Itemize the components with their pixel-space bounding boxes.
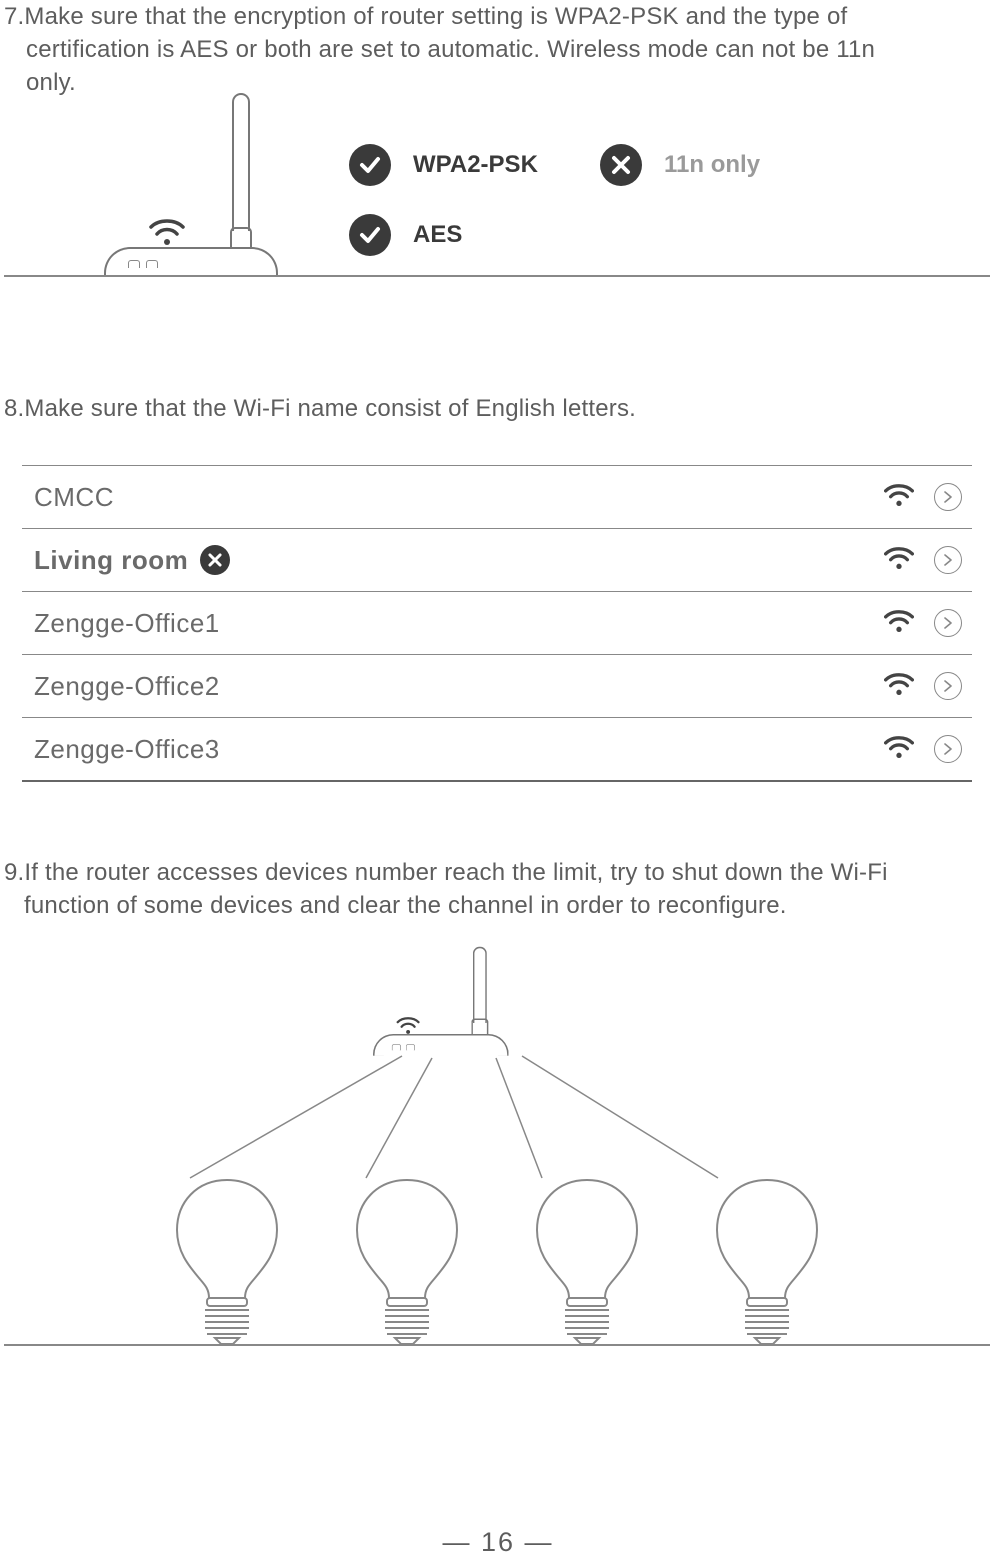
wifi-name: Zengge-Office2 [34,671,220,702]
wifi-row: Zengge-Office3 [22,718,972,782]
section9-text: 9.If the router accesses devices number … [4,856,990,922]
wifi-icon [149,217,185,247]
wifi-icon [884,734,914,765]
chevron-right-icon [934,735,962,763]
chevron-right-icon [934,609,962,637]
cross-icon [200,545,230,575]
wifi-name: Zengge-Office1 [34,608,220,639]
wifi-name: Zengge-Office3 [34,734,220,765]
bulb-icon [531,1178,643,1344]
router-icon [104,247,278,275]
bulb-icon [711,1178,823,1344]
cross-icon [600,144,642,186]
section7-line3: only. [4,66,990,99]
wifi-name: CMCC [34,482,114,513]
section7-diagram: WPA2-PSK AES 11n only [4,103,990,277]
wifi-list: CMCC Living room Zengge-Office1 Zengge-Offi… [22,465,972,782]
bulb-icon [351,1178,463,1344]
wifi-row: CMCC [22,466,972,529]
section9-diagram [4,948,990,1346]
section7-line1: 7.Make sure that the encryption of route… [4,0,990,33]
bulb-icon [171,1178,283,1344]
section9-line2: function of some devices and clear the c… [4,889,990,922]
option-wpa2psk-label: WPA2-PSK [413,151,538,179]
option-wpa2psk: WPA2-PSK [349,144,538,186]
option-aes-label: AES [413,221,462,249]
wifi-row: Living room [22,529,972,592]
option-aes: AES [349,214,462,256]
section7-text: 7.Make sure that the encryption of route… [4,0,990,99]
check-icon [349,214,391,256]
section7-line2: certification is AES or both are set to … [4,33,990,66]
page-number: — 16 — [0,1527,996,1558]
wifi-name: Living room [34,545,188,576]
option-11n-label: 11n only [664,151,760,179]
option-11n: 11n only [600,144,760,186]
bulbs-row [4,1178,990,1344]
section9-line1: 9.If the router accesses devices number … [4,856,990,889]
check-icon [349,144,391,186]
wifi-icon [884,545,914,576]
section8-text: 8.Make sure that the Wi-Fi name consist … [4,395,990,423]
chevron-right-icon [934,483,962,511]
router-icon [373,1034,509,1056]
chevron-right-icon [934,672,962,700]
wifi-row: Zengge-Office2 [22,655,972,718]
wifi-icon [884,671,914,702]
chevron-right-icon [934,546,962,574]
wifi-icon [396,1015,419,1035]
wifi-icon [884,482,914,513]
wifi-icon [884,608,914,639]
wifi-row: Zengge-Office1 [22,592,972,655]
